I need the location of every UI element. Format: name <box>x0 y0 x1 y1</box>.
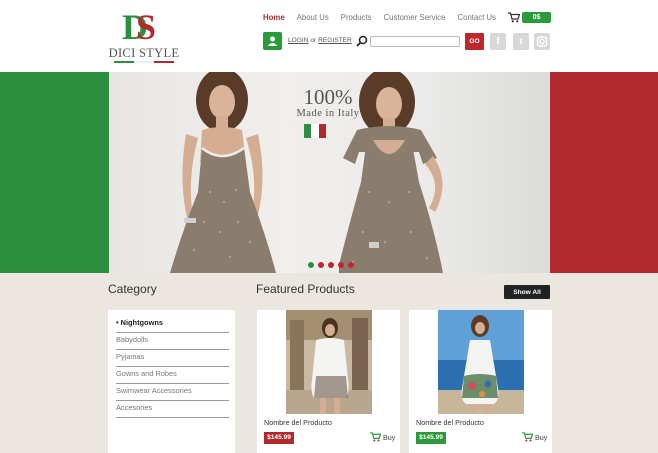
logo[interactable]: D S DICI STYLE <box>108 6 180 64</box>
hero-slide: 100% Made in Italy <box>109 72 550 273</box>
login-register: LOGIN or REGISTER <box>288 37 352 44</box>
cart-icon <box>522 432 533 442</box>
category-list: • Nightgowns Babydolls Pyjamas Gowns and… <box>108 310 235 453</box>
buy-button[interactable]: Buy <box>522 432 547 442</box>
product-card[interactable]: Nombre del Producto $145.99 Buy <box>257 310 400 453</box>
brand-name: DICI STYLE <box>108 46 180 60</box>
login-link[interactable]: LOGIN <box>288 37 309 44</box>
show-all-button[interactable]: Show All <box>504 285 550 299</box>
category-item-label: Nightgowns <box>120 318 163 327</box>
category-item-pyjamas[interactable]: Pyjamas <box>116 350 229 367</box>
buy-label: Buy <box>535 432 548 442</box>
product-name[interactable]: Nombre del Producto <box>264 418 332 427</box>
category-item-babydolls[interactable]: Babydolls <box>116 333 229 350</box>
search-input[interactable] <box>370 36 460 47</box>
logo-flag-bar <box>114 61 174 63</box>
slider-dots <box>308 262 354 268</box>
slider-dot[interactable] <box>338 262 344 268</box>
product-price: $145.99 <box>416 432 446 444</box>
main-nav: Home About Us Products Customer Service … <box>263 13 496 22</box>
category-item-accesories[interactable]: Accesories <box>116 401 229 418</box>
search-go-button[interactable]: GO <box>465 33 484 50</box>
cart-icon[interactable] <box>508 12 520 23</box>
product-card[interactable]: Nombre del Producto $145.99 Buy <box>409 310 552 453</box>
slider-dot[interactable] <box>348 262 354 268</box>
nav-about-us[interactable]: About Us <box>297 13 329 22</box>
twitter-icon[interactable]: t <box>513 33 529 50</box>
flag-red-panel <box>550 72 658 273</box>
login-or: or <box>310 37 317 44</box>
cart-total-badge[interactable]: 0$ <box>522 12 551 23</box>
buy-button[interactable]: Buy <box>370 432 395 442</box>
slider-dot[interactable] <box>308 262 314 268</box>
site-header: D S DICI STYLE Home About Us Products Cu… <box>0 0 658 72</box>
slider-dot[interactable] <box>318 262 324 268</box>
register-link[interactable]: REGISTER <box>318 37 352 44</box>
slider-dot[interactable] <box>328 262 334 268</box>
italy-flag-icon <box>304 124 326 138</box>
facebook-icon[interactable]: f <box>490 33 506 50</box>
product-price: $145.99 <box>264 432 294 444</box>
product-image[interactable] <box>286 310 372 414</box>
buy-label: Buy <box>383 432 396 442</box>
hero-model-left-image <box>170 72 276 273</box>
logo-mark: D S <box>122 7 156 46</box>
hero-banner[interactable]: 100% Made in Italy <box>0 72 658 273</box>
cart-icon <box>370 432 381 442</box>
category-item-gowns-and-robes[interactable]: Gowns and Robes <box>116 367 229 384</box>
product-name[interactable]: Nombre del Producto <box>416 418 484 427</box>
category-item-swimwear-accessories[interactable]: Swimwear Accessories <box>116 384 229 401</box>
product-image[interactable] <box>438 310 524 414</box>
flag-green-panel <box>0 72 109 273</box>
content-area: Category Featured Products Show All • Ni… <box>0 273 658 453</box>
svg-text:S: S <box>136 7 156 46</box>
category-title: Category <box>108 282 157 296</box>
user-icon[interactable] <box>263 32 282 50</box>
nav-contact-us[interactable]: Contact Us <box>458 13 497 22</box>
category-item-nightgowns[interactable]: • Nightgowns <box>116 316 229 333</box>
nav-products[interactable]: Products <box>341 13 372 22</box>
nav-customer-service[interactable]: Customer Service <box>384 13 446 22</box>
hero-model-right-image <box>339 72 443 273</box>
search-icon <box>356 35 368 47</box>
nav-home[interactable]: Home <box>263 13 285 22</box>
featured-title: Featured Products <box>256 282 355 296</box>
instagram-icon[interactable] <box>534 33 550 50</box>
